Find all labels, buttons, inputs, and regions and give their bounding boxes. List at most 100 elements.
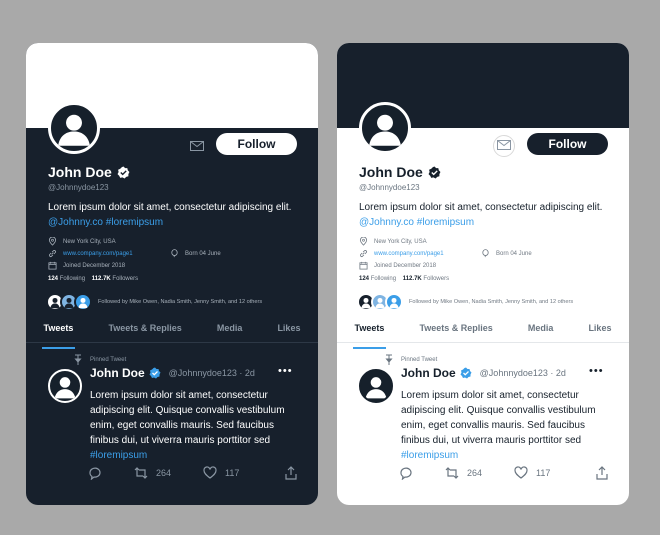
like-count: 117: [225, 468, 240, 478]
profile-handle: @Johnnydoe123: [359, 183, 420, 192]
calendar-icon: [48, 261, 57, 270]
birthday-text: Born 04 June: [496, 250, 532, 257]
tweet-text: Lorem ipsum dolor sit amet, consectetur …: [90, 388, 305, 463]
profile-card-dark: Follow John Doe @Johnnydoe123 Lorem ipsu…: [26, 43, 318, 505]
tweet-actions: 264 117: [88, 466, 298, 480]
share-icon: [285, 466, 297, 480]
message-icon[interactable]: [493, 135, 515, 157]
follower-avatar: [385, 293, 403, 311]
following-count[interactable]: 124: [48, 276, 58, 282]
reply-button[interactable]: [399, 466, 413, 480]
followers-count[interactable]: 112.7K: [403, 276, 422, 282]
followers-label[interactable]: Followers: [112, 276, 138, 282]
tab-tweets[interactable]: Tweets: [352, 321, 387, 349]
reply-icon: [400, 467, 412, 480]
tab-tweets[interactable]: Tweets: [41, 321, 76, 349]
tweet-body-text: Lorem ipsum dolor sit amet, consectetur …: [401, 390, 596, 446]
tweet-avatar[interactable]: [48, 369, 82, 403]
following-count[interactable]: 124: [359, 276, 369, 282]
tab-media[interactable]: Media: [528, 321, 554, 342]
tweet-body-text: Lorem ipsum dolor sit amet, consectetur …: [90, 390, 285, 446]
tweet-header: John Doe @Johnnydoe123 · 2d: [401, 366, 566, 380]
birthday-row: Born 04 June: [170, 249, 221, 258]
bio-link[interactable]: @Johnny.co: [48, 217, 103, 228]
followed-by-row[interactable]: Followed by Mike Owen, Nadia Smith, Jenn…: [46, 293, 262, 311]
tweet-header: John Doe @Johnnydoe123 · 2d: [90, 366, 255, 380]
followed-by-text: Followed by Mike Owen, Nadia Smith, Jenn…: [98, 299, 263, 305]
retweet-icon: [134, 467, 148, 479]
tab-likes[interactable]: Likes: [588, 321, 611, 342]
location-pin-icon: [48, 237, 57, 246]
verified-badge-icon: [460, 367, 472, 379]
profile-avatar[interactable]: [359, 102, 411, 154]
bio-hashtag[interactable]: #loremipsum: [417, 217, 474, 228]
link-icon: [360, 250, 367, 257]
tweet-avatar[interactable]: [359, 369, 393, 403]
bio-hashtag[interactable]: #loremipsum: [106, 217, 163, 228]
verified-badge-icon: [117, 166, 130, 178]
more-options-icon[interactable]: •••: [589, 365, 604, 377]
like-button[interactable]: 117: [514, 466, 550, 480]
share-icon: [596, 466, 608, 480]
joined-text: Joined December 2018: [63, 262, 126, 269]
retweet-button[interactable]: 264: [134, 466, 171, 480]
verified-badge-icon: [428, 166, 441, 178]
tab-tweets-replies[interactable]: Tweets & Replies: [419, 321, 492, 342]
profile-avatar[interactable]: [48, 102, 100, 154]
followed-by-row[interactable]: Followed by Mike Owen, Nadia Smith, Jenn…: [357, 293, 573, 311]
profile-name-row: John Doe: [48, 164, 130, 180]
heart-icon: [203, 466, 217, 479]
profile-name: John Doe: [359, 164, 423, 180]
reply-icon: [89, 467, 101, 480]
message-icon[interactable]: [188, 139, 206, 153]
bio-link[interactable]: @Johnny.co: [359, 217, 414, 228]
pinned-tweet-label: Pinned Tweet: [385, 354, 437, 365]
follow-counts: 124 Following 112.7K Followers: [48, 276, 138, 282]
birthday-row: Born 04 June: [481, 249, 532, 258]
followed-by-text: Followed by Mike Owen, Nadia Smith, Jenn…: [409, 299, 574, 305]
tweet-text: Lorem ipsum dolor sit amet, consectetur …: [401, 388, 616, 463]
calendar-icon: [359, 261, 368, 270]
following-label[interactable]: Following: [371, 276, 396, 282]
profile-bio: Lorem ipsum dolor sit amet, consectetur …: [48, 200, 298, 230]
pin-icon: [74, 354, 82, 365]
follower-avatar: [74, 293, 92, 311]
tweet-author-name[interactable]: John Doe: [401, 366, 456, 380]
joined-text: Joined December 2018: [374, 262, 437, 269]
location-row: New York City, USA: [359, 237, 427, 246]
joined-row: Joined December 2018: [48, 261, 125, 270]
following-label[interactable]: Following: [60, 276, 85, 282]
followers-count[interactable]: 112.7K: [92, 276, 111, 282]
profile-handle: @Johnnydoe123: [48, 183, 109, 192]
verified-badge-icon: [149, 367, 161, 379]
tab-media[interactable]: Media: [217, 321, 243, 342]
like-button[interactable]: 117: [203, 466, 239, 480]
profile-card-light: Follow John Doe @Johnnydoe123 Lorem ipsu…: [337, 43, 629, 505]
pinned-text: Pinned Tweet: [90, 356, 127, 363]
tweet-hashtag[interactable]: #loremipsum: [401, 450, 458, 461]
share-button[interactable]: [284, 466, 298, 480]
follow-counts: 124 Following 112.7K Followers: [359, 276, 449, 282]
follow-button[interactable]: Follow: [216, 133, 297, 155]
followers-label[interactable]: Followers: [423, 276, 449, 282]
balloon-icon: [171, 249, 178, 258]
tab-likes[interactable]: Likes: [277, 321, 300, 342]
website-link[interactable]: www.company.com/page1: [63, 251, 133, 257]
website-row: www.company.com/page1: [48, 249, 133, 258]
reply-button[interactable]: [88, 466, 102, 480]
retweet-count: 264: [467, 468, 483, 478]
share-button[interactable]: [595, 466, 609, 480]
more-options-icon[interactable]: •••: [278, 365, 293, 377]
tweet-author-name[interactable]: John Doe: [90, 366, 145, 380]
website-link[interactable]: www.company.com/page1: [374, 251, 444, 257]
profile-tabs: Tweets Tweets & Replies Media Likes: [337, 321, 629, 349]
tweet-hashtag[interactable]: #loremipsum: [90, 450, 147, 461]
heart-icon: [514, 466, 528, 479]
location-pin-icon: [359, 237, 368, 246]
follow-button[interactable]: Follow: [527, 133, 608, 155]
profile-name: John Doe: [48, 164, 112, 180]
tab-tweets-replies[interactable]: Tweets & Replies: [108, 321, 181, 342]
bio-text: Lorem ipsum dolor sit amet, consectetur …: [359, 202, 603, 213]
retweet-button[interactable]: 264: [445, 466, 482, 480]
pinned-text: Pinned Tweet: [401, 356, 438, 363]
